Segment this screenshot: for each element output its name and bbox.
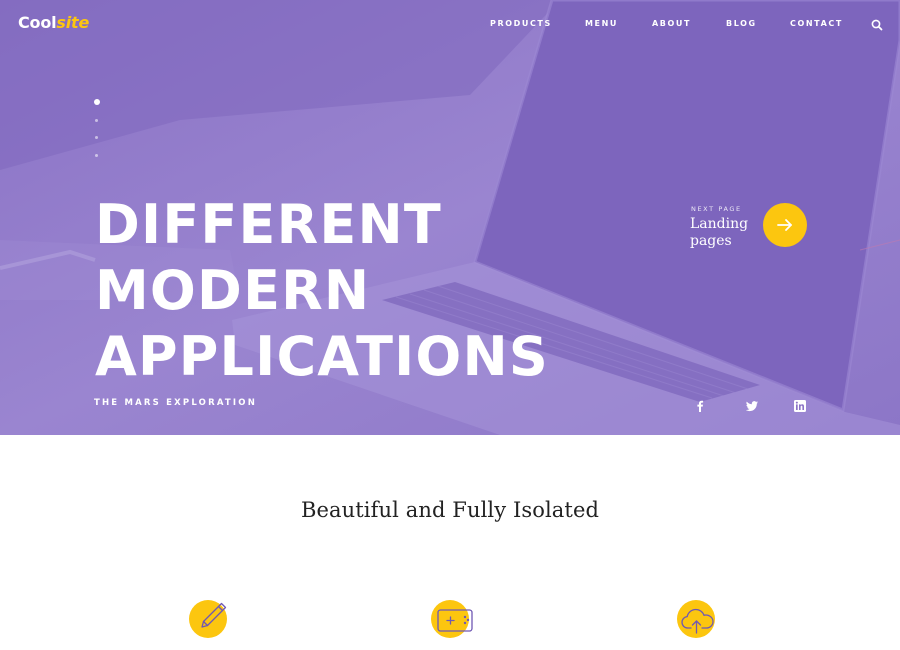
feature-gamepad — [431, 600, 473, 640]
slide-dot-3[interactable] — [95, 136, 98, 139]
twitter-link[interactable] — [745, 399, 759, 413]
facebook-link[interactable] — [693, 399, 707, 413]
feature-cloud-upload — [677, 600, 717, 640]
nav-item-contact[interactable]: CONTACT — [790, 19, 843, 28]
headline-line-2: MODERN — [95, 259, 371, 322]
next-page-button[interactable] — [763, 203, 807, 247]
cloud-upload-icon — [681, 608, 714, 634]
slide-dot-4[interactable] — [95, 154, 98, 157]
gamepad-icon — [437, 609, 473, 632]
headline-line-1: DIFFERENT — [95, 193, 442, 256]
nav-item-about[interactable]: ABOUT — [652, 19, 691, 28]
next-page-link[interactable]: NEXT PAGE Landing pages — [690, 203, 810, 253]
search-icon — [871, 19, 883, 31]
linkedin-icon — [794, 400, 806, 412]
section-title: Beautiful and Fully Isolated — [300, 498, 600, 522]
nav-item-blog[interactable]: BLOG — [726, 19, 757, 28]
next-page-label: NEXT PAGE — [691, 205, 742, 213]
search-button[interactable] — [871, 18, 883, 31]
slider-pagination — [93, 99, 101, 161]
hero-section: Coolsite PRODUCTS MENU ABOUT BLOG CONTAC… — [0, 0, 900, 435]
hero-subtitle: THE MARS EXPLORATION — [94, 398, 258, 408]
slide-dot-2[interactable] — [95, 119, 98, 122]
arrow-right-icon — [777, 219, 792, 231]
next-page-title: Landing pages — [690, 216, 760, 250]
pencil-icon — [201, 602, 227, 628]
nav-item-menu[interactable]: MENU — [585, 19, 618, 28]
nav-item-products[interactable]: PRODUCTS — [490, 19, 552, 28]
next-page-title-line-2: pages — [690, 233, 732, 249]
main-nav: PRODUCTS MENU ABOUT BLOG CONTACT — [0, 19, 900, 31]
hero-headline: DIFFERENT MODERN APPLICATIONS — [95, 192, 615, 390]
facebook-icon — [697, 400, 704, 412]
headline-line-3: APPLICATIONS — [95, 325, 549, 388]
twitter-icon — [745, 401, 758, 412]
slide-dot-1[interactable] — [93, 99, 100, 105]
linkedin-link[interactable] — [793, 399, 807, 413]
feature-pencil — [189, 600, 229, 640]
next-page-title-line-1: Landing — [690, 216, 749, 232]
